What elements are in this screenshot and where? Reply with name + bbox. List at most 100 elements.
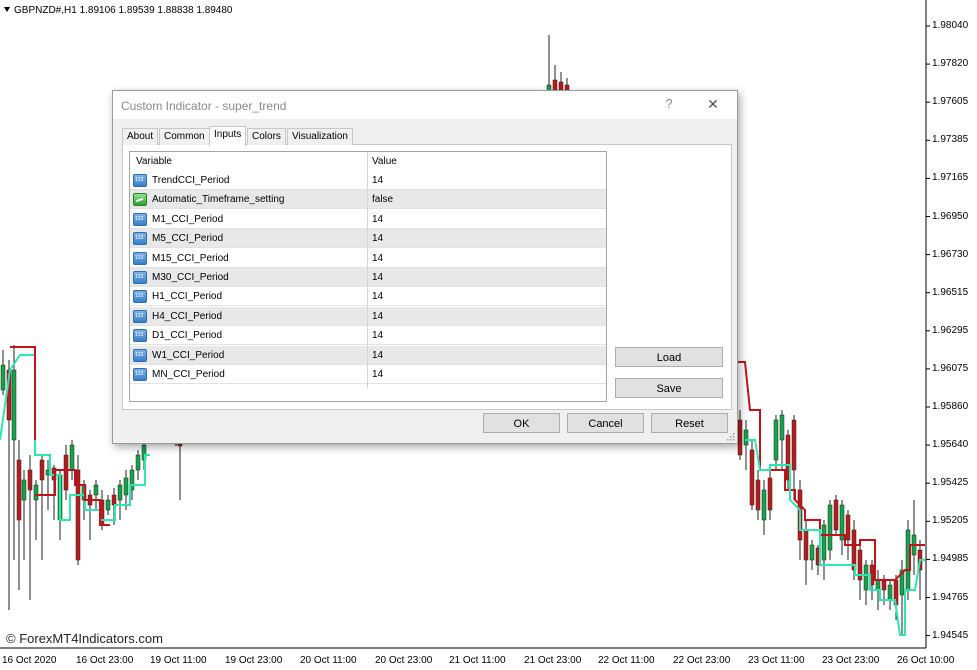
tab-inputs[interactable]: Inputs [209, 126, 247, 146]
tab-common[interactable]: Common [159, 128, 210, 145]
int-icon [133, 348, 147, 362]
variable-value[interactable]: 14 [372, 214, 383, 225]
variable-column-header[interactable]: Variable [136, 156, 172, 167]
variable-value[interactable]: false [372, 194, 393, 205]
candle-body [827, 504, 833, 551]
time-tick-label: 22 Oct 11:00 [598, 655, 655, 666]
symbol-header-text: GBPNZD#,H1 1.89106 1.89539 1.88838 1.894… [14, 5, 233, 16]
tab-visualization[interactable]: Visualization [287, 128, 353, 145]
input-row[interactable]: H4_CCI_Period 14 [130, 306, 606, 326]
price-tick-label: 1.95205 [932, 515, 969, 527]
variable-value[interactable]: 14 [372, 175, 383, 186]
candle-body [105, 499, 111, 511]
watermark: © ForexMT4Indicators.com [6, 631, 163, 646]
time-tick-label: 23 Oct 11:00 [748, 655, 805, 666]
input-row[interactable]: H1_CCI_Period 14 [130, 287, 606, 307]
variable-value[interactable]: 14 [372, 233, 383, 244]
price-tick-label: 1.96515 [932, 286, 969, 298]
candle-body [803, 529, 809, 561]
variable-name: Automatic_Timeframe_setting [152, 194, 285, 206]
bool-icon [133, 193, 147, 207]
time-tick-label: 19 Oct 23:00 [225, 655, 283, 666]
candle-body [111, 494, 117, 506]
candle-body [749, 449, 755, 506]
symbol-header: GBPNZD#,H1 1.89106 1.89539 1.88838 1.894… [4, 5, 233, 16]
variable-value[interactable]: 14 [372, 369, 383, 380]
input-row[interactable]: M30_CCI_Period 14 [130, 268, 606, 287]
time-tick-label: 20 Oct 11:00 [300, 655, 357, 666]
variable-value[interactable]: 14 [372, 350, 383, 361]
candle-body [881, 579, 887, 591]
input-row[interactable]: MN_CCI_Period 14 [130, 365, 606, 384]
variable-name: W1_CCI_Period [152, 349, 225, 361]
variable-name: M1_CCI_Period [152, 213, 224, 225]
price-tick-label: 1.95425 [932, 477, 969, 489]
candle-body [21, 479, 27, 501]
variable-value[interactable]: 14 [372, 311, 383, 322]
variable-name: H1_CCI_Period [152, 291, 223, 303]
variable-value[interactable]: 14 [372, 330, 383, 341]
input-row[interactable]: W1_CCI_Period 14 [130, 345, 606, 365]
resize-grip-icon[interactable] [725, 431, 735, 441]
help-button[interactable]: ? [661, 96, 677, 114]
dropdown-triangle-icon[interactable] [4, 7, 10, 12]
load-button[interactable]: Load [615, 347, 723, 367]
variable-name: D1_CCI_Period [152, 330, 223, 342]
value-column-header[interactable]: Value [372, 156, 397, 167]
price-tick-label: 1.97165 [932, 172, 969, 184]
candle-body [755, 479, 761, 511]
candle-body [863, 564, 869, 591]
input-row[interactable]: D1_CCI_Period 14 [130, 326, 606, 346]
column-separator[interactable] [367, 152, 368, 388]
time-tick-label: 16 Oct 23:00 [76, 655, 134, 666]
price-tick-label: 1.95860 [932, 401, 969, 412]
ok-button[interactable]: OK [483, 413, 560, 433]
input-row[interactable]: TrendCCI_Period 14 [130, 171, 606, 190]
variable-name: M15_CCI_Period [152, 252, 229, 264]
grid-header: Variable Value [130, 152, 606, 171]
tab-about[interactable]: About [122, 128, 159, 145]
variable-value[interactable]: 14 [372, 253, 383, 264]
candle-body [875, 579, 881, 591]
candle-body [11, 369, 17, 441]
time-tick-label: 20 Oct 23:00 [375, 655, 433, 666]
price-tick-label: 1.98040 [932, 20, 969, 31]
int-icon [133, 271, 147, 284]
candle-body [779, 414, 785, 441]
candle-body [27, 469, 33, 491]
candle-body [75, 469, 81, 561]
variable-value[interactable]: 14 [372, 272, 383, 283]
time-tick-label: 19 Oct 11:00 [150, 655, 207, 666]
variable-name: M5_CCI_Period [152, 233, 224, 245]
price-axis-ticks [926, 25, 930, 637]
price-tick-label: 1.94985 [932, 553, 969, 565]
dialog-titlebar[interactable]: Custom Indicator - super_trend ? ✕ [113, 91, 737, 119]
input-row[interactable]: M15_CCI_Period 14 [130, 249, 606, 268]
input-row[interactable]: M5_CCI_Period 14 [130, 229, 606, 249]
cancel-button[interactable]: Cancel [567, 413, 644, 433]
input-row[interactable]: M1_CCI_Period 14 [130, 210, 606, 229]
variable-value[interactable]: 14 [372, 291, 383, 302]
time-tick-label: 23 Oct 23:00 [822, 655, 880, 666]
candle-body [833, 499, 839, 531]
candle-body [743, 429, 749, 446]
time-tick-label: 21 Oct 11:00 [449, 655, 506, 666]
reset-button[interactable]: Reset [651, 413, 728, 433]
close-button[interactable]: ✕ [705, 96, 721, 114]
price-tick-label: 1.96730 [932, 248, 969, 260]
candle-body [821, 524, 827, 561]
candle-body [737, 419, 743, 456]
tab-colors[interactable]: Colors [247, 128, 286, 145]
save-button[interactable]: Save [615, 378, 723, 398]
variable-name: M30_CCI_Period [152, 272, 229, 283]
time-tick-label: 26 Oct 10:00 [897, 655, 955, 666]
int-icon [133, 309, 147, 323]
candle-body [93, 484, 99, 496]
int-icon [133, 212, 147, 226]
candle-body [63, 454, 69, 491]
price-tick-label: 1.95640 [932, 439, 969, 451]
price-tick-label: 1.96075 [932, 362, 969, 374]
input-row[interactable]: Automatic_Timeframe_setting false [130, 190, 606, 210]
int-icon [133, 232, 147, 246]
candle-body [761, 489, 767, 521]
